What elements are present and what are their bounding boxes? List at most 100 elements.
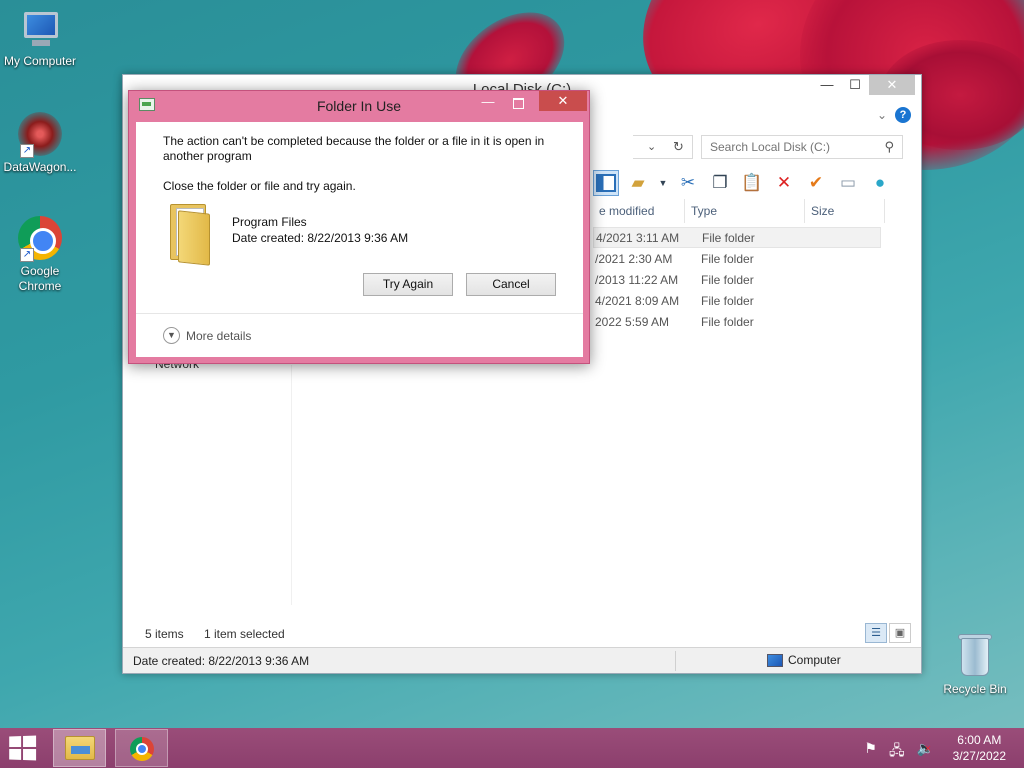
desktop-icon-recycle-bin[interactable]: Recycle Bin	[935, 632, 1015, 697]
cancel-button[interactable]: Cancel	[466, 273, 556, 296]
address-bar[interactable]: ⌄ ↻	[633, 135, 693, 159]
file-row[interactable]: /2021 2:30 AM File folder	[593, 248, 881, 269]
desktop-icon-label: My Computer	[3, 54, 77, 68]
file-type: File folder	[702, 230, 755, 245]
clock[interactable]: 6:00 AM 3/27/2022	[953, 732, 1006, 764]
preview-pane-button[interactable]	[593, 170, 619, 196]
file-modified: /2021 2:30 AM	[595, 251, 673, 266]
folder-properties-button[interactable]: ▰	[625, 170, 651, 196]
desktop-icon-label: Recycle Bin	[943, 682, 1007, 696]
folder-icon	[168, 198, 212, 266]
desktop-icon-google-chrome[interactable]: ↗ Google Chrome	[0, 216, 80, 294]
dialog-titlebar[interactable]: Folder In Use — ✕	[129, 91, 589, 119]
chrome-icon	[130, 737, 154, 761]
search-input[interactable]	[702, 136, 872, 158]
window-icon: ▭	[839, 173, 857, 192]
chevron-down-icon: ▼	[658, 178, 668, 188]
details-view-button[interactable]: ☰	[865, 623, 887, 643]
system-tray: ⚑ 🖧 🔈	[864, 740, 934, 764]
minimize-button[interactable]: —	[813, 75, 841, 95]
search-box[interactable]: ⚲	[701, 135, 903, 159]
status-date-created: Date created: 8/22/2013 9:36 AM	[133, 654, 310, 668]
file-date-created: Date created: 8/22/2013 9:36 AM	[232, 231, 409, 245]
file-explorer-icon	[65, 736, 95, 760]
toolbar-dropdown[interactable]: ▼	[657, 170, 669, 196]
paste-button[interactable]: 📋	[739, 170, 765, 196]
close-button[interactable]: ✕	[869, 75, 915, 95]
clock-date: 3/27/2022	[952, 749, 1006, 763]
copy-button[interactable]: ❐	[707, 170, 733, 196]
clipboard-icon: 📋	[741, 173, 763, 192]
status-divider	[675, 651, 676, 671]
search-icon: ⚲	[884, 139, 894, 154]
copy-icon: ❐	[712, 173, 728, 192]
file-modified: 4/2021 8:09 AM	[595, 293, 680, 308]
shortcut-arrow-icon: ↗	[20, 248, 34, 262]
cut-button[interactable]: ✂	[675, 170, 701, 196]
explorer-toolbar: ▰ ▼ ✂ ❐ 📋 ✕ ✔ ▭ ●	[593, 167, 893, 199]
recycle-bin-icon	[957, 632, 993, 678]
pane-icon	[596, 174, 616, 192]
items-selected: 1 item selected	[204, 627, 285, 641]
action-center-flag-icon[interactable]: ⚑	[864, 740, 877, 764]
maximize-button[interactable]: ☐	[841, 75, 869, 95]
file-modified: 2022 5:59 AM	[595, 314, 670, 329]
file-row[interactable]: 4/2021 3:11 AM File folder	[593, 227, 881, 248]
file-type: File folder	[701, 272, 754, 287]
status-location: Computer	[767, 653, 841, 667]
try-again-button[interactable]: Try Again	[363, 273, 453, 296]
chevron-down-icon[interactable]: ⌄	[647, 140, 656, 153]
globe-icon: ●	[874, 173, 886, 192]
minimize-button[interactable]: —	[475, 95, 501, 113]
start-button[interactable]	[9, 735, 40, 761]
network-button[interactable]: ●	[867, 170, 893, 196]
file-type: File folder	[701, 293, 754, 308]
speaker-muted-icon[interactable]: 🔈	[917, 740, 934, 764]
windows-logo-icon	[9, 736, 22, 748]
file-modified: 4/2021 3:11 AM	[596, 230, 680, 245]
nav-pane-divider[interactable]	[291, 365, 292, 605]
folder-check-icon: ▰	[631, 173, 645, 192]
dialog-instruction: Close the folder or file and try again.	[163, 179, 356, 193]
dialog-body: The action can't be completed because th…	[136, 122, 583, 357]
maximize-button[interactable]	[505, 95, 531, 113]
close-button[interactable]: ✕	[539, 91, 587, 111]
computer-icon	[18, 10, 62, 50]
column-headers: e modified Type Size	[593, 199, 921, 223]
desktop-icon-my-computer[interactable]: My Computer	[0, 10, 80, 69]
folder-in-use-dialog[interactable]: Folder In Use — ✕ The action can't be co…	[128, 90, 590, 364]
file-type: File folder	[701, 251, 754, 266]
dialog-divider	[136, 313, 583, 314]
file-type: File folder	[701, 314, 754, 329]
help-icon[interactable]: ?	[895, 107, 911, 123]
desktop-icon-label: Google Chrome	[18, 264, 62, 293]
properties-button[interactable]: ▭	[835, 170, 861, 196]
file-modified: /2013 11:22 AM	[595, 272, 679, 287]
scissors-icon: ✂	[680, 173, 696, 192]
file-row[interactable]: 2022 5:59 AM File folder	[593, 311, 881, 332]
network-icon[interactable]: 🖧	[889, 740, 905, 764]
file-row[interactable]: /2013 11:22 AM File folder	[593, 269, 881, 290]
clock-time: 6:00 AM	[957, 733, 1002, 747]
delete-button[interactable]: ✕	[771, 170, 797, 196]
checkmark-icon: ✔	[808, 173, 824, 192]
desktop-icon-datawagon[interactable]: ↗ DataWagon...	[0, 112, 80, 175]
column-type[interactable]: Type	[685, 199, 805, 223]
rename-button[interactable]: ✔	[803, 170, 829, 196]
file-list: 4/2021 3:11 AM File folder /2021 2:30 AM F…	[593, 227, 881, 332]
refresh-icon[interactable]: ↻	[673, 139, 684, 155]
more-details-toggle[interactable]: ▼ More details	[163, 327, 251, 344]
large-icons-view-button[interactable]: ▣	[889, 623, 911, 643]
column-size[interactable]: Size	[805, 199, 885, 223]
column-date-modified[interactable]: e modified	[593, 199, 685, 223]
file-row[interactable]: 4/2021 8:09 AM File folder	[593, 290, 881, 311]
chrome-icon: ↗	[18, 216, 62, 262]
taskbar-file-explorer[interactable]	[53, 729, 106, 767]
shortcut-arrow-icon: ↗	[20, 144, 34, 158]
status-bar: Date created: 8/22/2013 9:36 AM Computer	[123, 647, 921, 673]
item-count-bar: 5 items 1 item selected ☰ ▣	[123, 623, 921, 645]
taskbar: ⚑ 🖧 🔈 6:00 AM 3/27/2022	[0, 728, 1024, 768]
desktop-icon-label: DataWagon...	[3, 160, 77, 174]
expand-ribbon-icon[interactable]: ⌄	[877, 108, 887, 122]
taskbar-chrome[interactable]	[115, 729, 168, 767]
